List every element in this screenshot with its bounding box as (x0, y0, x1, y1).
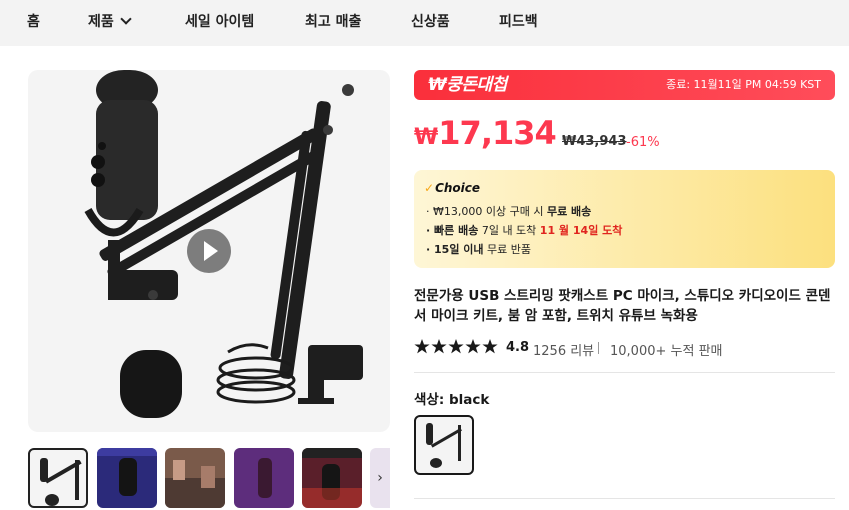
sold-count: 10,000+ 누적 판매 (610, 344, 723, 359)
nav-item-products-label: 제품 (88, 14, 114, 30)
chevron-down-icon (120, 13, 132, 25)
thumbnail-2[interactable] (97, 448, 157, 508)
free-shipping-bold: 무료 배송 (546, 205, 592, 218)
price-amount: 17,134 (438, 114, 556, 152)
nav-item-home[interactable]: 홈 (27, 13, 40, 31)
color-label: 색상: black (414, 392, 490, 408)
thumbnail-strip: › (28, 448, 390, 510)
thumbnail-2-image (97, 448, 157, 496)
section-divider (414, 372, 835, 373)
free-return-line: · 15일 이내 무료 반품 (426, 243, 531, 257)
nav-item-sale[interactable]: 세일 아이템 (185, 13, 254, 31)
deal-name: ₩쿵돈대첩 (428, 75, 507, 95)
thumbnail-5[interactable] (302, 448, 362, 508)
discount-badge: -61% (626, 135, 660, 150)
free-return-rest: 무료 반품 (483, 243, 531, 256)
deal-countdown: 종료: 11월11일 PM 04:59 KST (666, 78, 821, 91)
nav-item-new-arrivals[interactable]: 신상품 (411, 13, 450, 31)
divider (598, 342, 599, 354)
star-rating-icon (414, 339, 498, 354)
current-price: ₩17,134 (414, 114, 557, 152)
fast-delivery-bold: · 빠른 배송 (426, 224, 479, 237)
choice-label: Choice (435, 181, 481, 195)
flash-deal-banner: ₩쿵돈대첩 종료: 11월11일 PM 04:59 KST (414, 70, 835, 100)
fast-delivery-line: · 빠른 배송 7일 내 도착 11 월 14일 도착 (426, 224, 622, 238)
checkmark-icon: ✓ (424, 181, 435, 195)
thumbnail-4-image (234, 448, 294, 508)
product-title: 전문가용 USB 스트리밍 팟캐스트 PC 마이크, 스튜디오 카디오이드 콘덴… (414, 288, 831, 324)
thumbnail-3-image (165, 460, 225, 508)
free-return-bold: · 15일 이내 (426, 243, 484, 256)
review-count[interactable]: 1256 리뷰 (533, 340, 594, 359)
thumbnail-3[interactable] (165, 448, 225, 508)
color-swatch-image (426, 423, 462, 468)
thumbnail-1[interactable] (28, 448, 88, 508)
delivery-date: 11 월 14일 도착 (539, 224, 623, 237)
choice-benefits-box[interactable]: ✓Choice · ₩13,000 이상 구매 시 무료 배송 · 빠른 배송 … (414, 170, 835, 268)
top-nav: 홈 제품 세일 아이템 최고 매출 신상품 피드백 (0, 0, 849, 46)
thumbnail-5-image (302, 448, 362, 508)
section-divider-bottom (414, 498, 835, 499)
play-video-button[interactable] (187, 229, 231, 273)
original-price: ₩43,943 (562, 134, 627, 149)
fast-delivery-mid: 7일 내 도착 (478, 224, 540, 237)
choice-logo: ✓Choice (424, 181, 480, 195)
main-product-image[interactable] (28, 70, 390, 432)
nav-item-best-sellers[interactable]: 최고 매출 (305, 13, 361, 31)
chevron-right-icon: › (377, 470, 383, 486)
color-swatch-black[interactable] (414, 415, 474, 475)
thumbnail-next-button[interactable]: › (370, 448, 390, 508)
nav-item-products[interactable]: 제품 (88, 13, 132, 31)
nav-item-feedback[interactable]: 피드백 (499, 13, 538, 31)
currency-symbol: ₩ (414, 125, 439, 150)
free-shipping-line: · ₩13,000 이상 구매 시 무료 배송 (426, 205, 591, 219)
rating-value: 4.8 (506, 340, 530, 355)
free-shipping-prefix: · ₩13,000 이상 구매 시 (426, 205, 547, 218)
thumbnail-1-image (40, 458, 82, 506)
thumbnail-4[interactable] (234, 448, 294, 508)
price-row: ₩17,134 ₩43,943 -61% (414, 114, 660, 158)
